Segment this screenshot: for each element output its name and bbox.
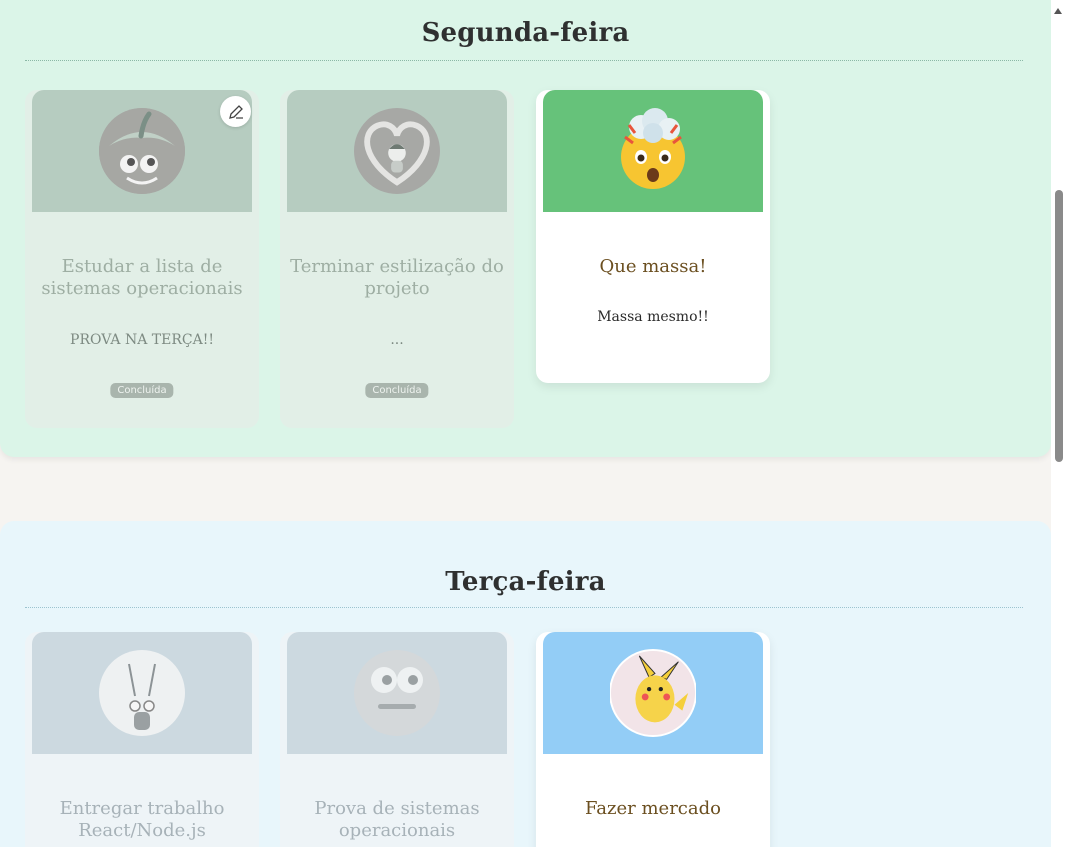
scrollbar-thumb[interactable] xyxy=(1055,190,1063,462)
divider xyxy=(25,60,1023,61)
task-card[interactable]: Terminar estilização do projeto ... Conc… xyxy=(280,90,514,428)
card-description: PROVA NA TERÇA!! xyxy=(70,332,214,348)
card-cover xyxy=(32,90,252,212)
face-icon xyxy=(354,650,440,736)
card-cover xyxy=(287,90,507,212)
card-cover xyxy=(543,632,763,754)
card-cover xyxy=(287,632,507,754)
exploding-head-emoji-icon xyxy=(611,107,695,195)
task-card[interactable]: Entregar trabalho React/Node.js xyxy=(25,632,259,847)
card-title: Estudar a lista de sistemas operacionais xyxy=(41,256,243,299)
day-section-monday: Segunda-feira Estudar a lista de sistema… xyxy=(0,0,1051,457)
edit-icon[interactable] xyxy=(220,96,251,127)
bug-character-icon xyxy=(99,650,185,736)
divider xyxy=(25,607,1023,608)
status-badge: Concluída xyxy=(110,383,174,398)
card-title: Prova de sistemas operacionais xyxy=(314,798,480,841)
task-card[interactable]: Estudar a lista de sistemas operacionais… xyxy=(25,90,259,428)
heart-girl-icon xyxy=(354,108,440,194)
card-description: Massa mesmo!! xyxy=(597,309,709,325)
task-card[interactable]: Fazer mercado xyxy=(536,632,770,847)
pikachu-icon xyxy=(610,649,696,737)
card-title: Terminar estilização do projeto xyxy=(290,256,504,299)
page-scrollbar[interactable] xyxy=(1051,0,1065,847)
day-section-tuesday: Terça-feira Entregar trabalho React/Node… xyxy=(0,521,1051,847)
status-badge: Concluída xyxy=(365,383,429,398)
task-card[interactable]: Que massa! Massa mesmo!! xyxy=(536,90,770,383)
scroll-up-arrow-icon[interactable] xyxy=(1053,0,1063,14)
apple-face-icon xyxy=(99,108,185,194)
card-title: Entregar trabalho React/Node.js xyxy=(59,798,225,841)
card-title: Fazer mercado xyxy=(585,798,721,819)
day-title: Terça-feira xyxy=(445,567,606,597)
day-title: Segunda-feira xyxy=(421,18,630,48)
card-cover xyxy=(543,90,763,212)
card-description: ... xyxy=(390,332,404,348)
card-cover xyxy=(32,632,252,754)
task-card[interactable]: Prova de sistemas operacionais xyxy=(280,632,514,847)
card-title: Que massa! xyxy=(599,256,707,277)
